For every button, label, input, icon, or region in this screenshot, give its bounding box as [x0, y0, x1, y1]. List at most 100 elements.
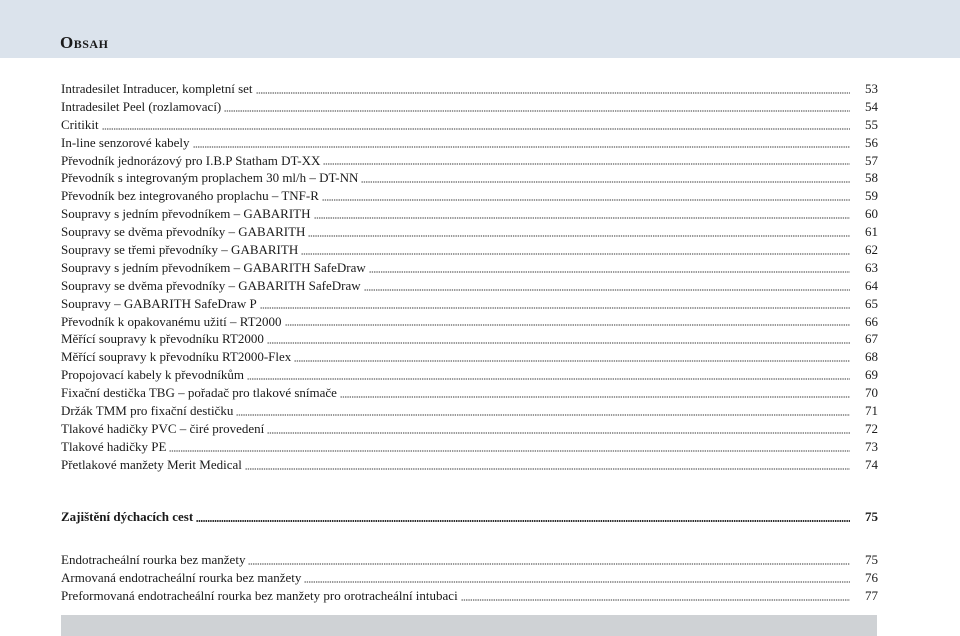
dot-leader — [259, 296, 850, 309]
toc-entry-label: Soupravy se dvěma převodníky – GABARITH … — [61, 277, 361, 293]
toc-entry[interactable]: Intradesilet Peel (rozlamovací) 54 — [61, 98, 878, 116]
dot-leader — [313, 207, 850, 220]
toc-entry-label: Převodník bez integrovaného proplachu – … — [61, 188, 319, 204]
toc-section-label: Zajištění dýchacích cest — [61, 509, 194, 524]
toc-entry-page: 67 — [865, 331, 878, 347]
toc-entry[interactable]: Intradesilet Intraducer, kompletní set 53 — [61, 80, 878, 98]
toc-entry-page: 57 — [865, 152, 878, 168]
toc-entry-page: 66 — [865, 313, 878, 329]
dot-leader — [236, 403, 850, 416]
dot-leader — [301, 242, 850, 255]
toc-entry-label: Armovaná endotracheální rourka bez manže… — [61, 569, 302, 585]
toc-entry-label: Fixační destička TBG – pořadač pro tlako… — [61, 385, 337, 401]
toc-entry-label: Převodník jednorázový pro I.B.P Statham … — [61, 152, 321, 168]
toc-entry[interactable]: Tlakové hadičky PVC – čiré provedení 72 — [61, 420, 878, 438]
dot-leader — [284, 314, 850, 327]
toc-entry[interactable]: In-line senzorové kabely 56 — [61, 134, 878, 152]
toc-entry[interactable]: Převodník k opakovanému užití – RT2000 66 — [61, 313, 878, 331]
toc-entry-label: Měřící soupravy k převodníku RT2000 — [61, 331, 264, 347]
toc-entry-page: 71 — [865, 403, 878, 419]
toc-entry-page: 70 — [865, 385, 878, 401]
toc-entry-page: 54 — [865, 98, 878, 114]
toc-entry[interactable]: Měřící soupravy k převodníku RT2000-Flex… — [61, 348, 878, 366]
toc-entry[interactable]: Soupravy – GABARITH SafeDraw P 65 — [61, 295, 878, 313]
toc-section-heading[interactable]: Zajištění dýchacích cest 75 — [61, 508, 878, 526]
toc-entry-page: 73 — [865, 438, 878, 454]
toc-entry[interactable]: Fixační destička TBG – pořadač pro tlako… — [61, 384, 878, 402]
toc-entry-label: Přetlakové manžety Merit Medical — [61, 456, 242, 472]
toc-entry-label: Critikit — [61, 116, 99, 132]
toc-entry-page: 65 — [865, 295, 878, 311]
toc-entry-label: Soupravy s jedním převodníkem – GABARITH… — [61, 259, 366, 275]
toc-entry[interactable]: Propojovací kabely k převodníkům 69 — [61, 366, 878, 384]
toc-entry-label: Intradesilet Peel (rozlamovací) — [61, 98, 222, 114]
dot-leader — [224, 99, 850, 112]
dot-leader — [247, 368, 850, 381]
toc-entry[interactable]: Critikit 55 — [61, 116, 878, 134]
toc-entry-page: 63 — [865, 259, 878, 275]
toc-entry-label: Propojovací kabely k převodníkům — [61, 367, 245, 383]
toc-entry-page: 76 — [865, 569, 878, 585]
toc-entry-page: 75 — [865, 552, 878, 567]
toc-entry[interactable]: Převodník bez integrovaného proplachu – … — [61, 187, 878, 205]
dot-leader — [361, 171, 850, 184]
toc-entry[interactable]: Preformovaná endotracheální rourka bez m… — [61, 587, 878, 605]
toc-entry-label: Převodník s integrovaným proplachem 30 m… — [61, 170, 359, 186]
toc-entry[interactable]: Soupravy se třemi převodníky – GABARITH 6… — [61, 241, 878, 259]
toc-entry-label: Soupravy se dvěma převodníky – GABARITH — [61, 224, 306, 240]
toc-entry[interactable]: Převodník s integrovaným proplachem 30 m… — [61, 169, 878, 187]
toc-entry[interactable]: Držák TMM pro fixační destičku 71 — [61, 402, 878, 420]
toc-list-section2: Endotracheální rourka bez manžety 75 Armov… — [61, 551, 878, 605]
toc-entry[interactable]: Soupravy s jedním převodníkem – GABARITH… — [61, 205, 878, 223]
dot-leader — [196, 509, 850, 522]
toc-entry-page: 58 — [865, 170, 878, 186]
toc-entry-label: Soupravy s jedním převodníkem – GABARITH — [61, 206, 311, 222]
toc-entry[interactable]: Armovaná endotracheální rourka bez manže… — [61, 569, 878, 587]
dot-leader — [248, 552, 850, 565]
toc-entry[interactable]: Přetlakové manžety Merit Medical 74 — [61, 456, 878, 474]
toc-entry-page: 60 — [865, 206, 878, 222]
toc-entry-page: 59 — [865, 188, 878, 204]
toc-entry[interactable]: Soupravy se dvěma převodníky – GABARITH … — [61, 277, 878, 295]
toc-entry-label: Měřící soupravy k převodníku RT2000-Flex — [61, 349, 292, 365]
dot-leader — [244, 457, 850, 470]
toc-entry-label: Převodník k opakovanému užití – RT2000 — [61, 313, 282, 329]
toc-entry-page: 61 — [865, 224, 878, 240]
toc-entry-page: 74 — [865, 456, 878, 472]
toc-entry[interactable]: Endotracheální rourka bez manžety 75 — [61, 551, 878, 569]
header-bar — [0, 0, 960, 58]
toc-entry[interactable]: Měřící soupravy k převodníku RT2000 67 — [61, 330, 878, 348]
toc-entry-label: Preformovaná endotracheální rourka bez m… — [61, 587, 458, 603]
toc-section-page: 75 — [865, 509, 878, 524]
dot-leader — [339, 386, 850, 399]
dot-leader — [294, 350, 850, 363]
toc-entry-label: Soupravy se třemi převodníky – GABARITH — [61, 242, 299, 258]
toc-entry-page: 53 — [865, 81, 878, 96]
toc-entry-label: Endotracheální rourka bez manžety — [61, 552, 246, 567]
dot-leader — [101, 117, 850, 130]
dot-leader — [368, 260, 850, 273]
dot-leader — [321, 189, 850, 202]
dot-leader — [363, 278, 850, 291]
toc-entry-label: Tlakové hadičky PE — [61, 438, 167, 454]
toc-entry-page: 68 — [865, 349, 878, 365]
toc-entry-page: 72 — [865, 420, 878, 436]
toc-entry[interactable]: Soupravy se dvěma převodníky – GABARITH 6… — [61, 223, 878, 241]
toc-entry[interactable]: Tlakové hadičky PE 73 — [61, 438, 878, 456]
toc-entry[interactable]: Převodník jednorázový pro I.B.P Statham … — [61, 152, 878, 170]
dot-leader — [308, 225, 850, 238]
toc-entry-page: 62 — [865, 242, 878, 258]
dot-leader — [304, 570, 850, 583]
dot-leader — [192, 135, 850, 148]
toc-entry-page: 69 — [865, 367, 878, 383]
footer-bar — [61, 615, 877, 636]
toc-list: Intradesilet Intraducer, kompletní set 53… — [61, 80, 878, 474]
dot-leader — [460, 588, 850, 601]
toc-entry-page: 77 — [865, 587, 878, 603]
dot-leader — [266, 332, 850, 345]
toc-entry[interactable]: Soupravy s jedním převodníkem – GABARITH… — [61, 259, 878, 277]
toc-entry-label: In-line senzorové kabely — [61, 134, 190, 150]
dot-leader — [169, 439, 850, 452]
toc-entry-label: Držák TMM pro fixační destičku — [61, 403, 234, 419]
toc-entry-label: Soupravy – GABARITH SafeDraw P — [61, 295, 257, 311]
